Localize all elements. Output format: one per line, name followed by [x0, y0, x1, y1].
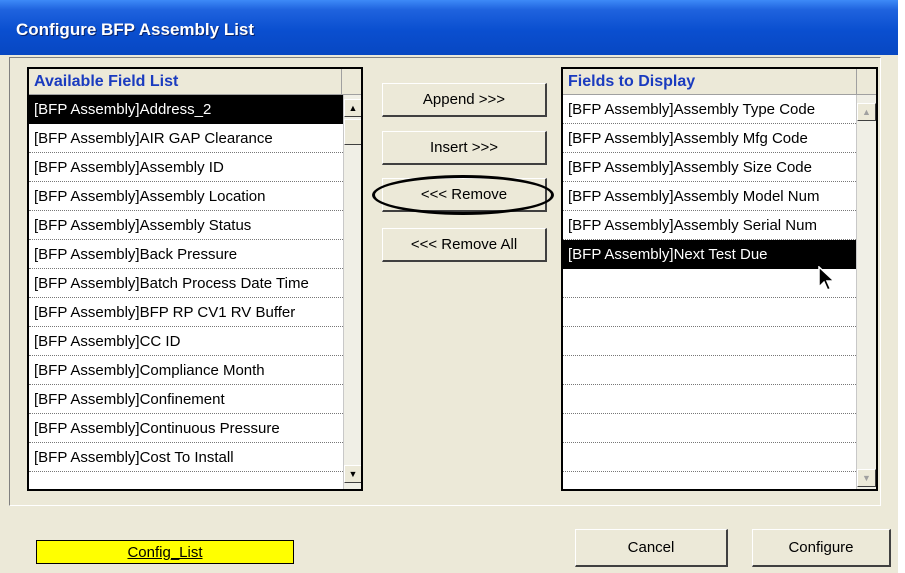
window-title: Configure BFP Assembly List [16, 20, 255, 39]
list-item[interactable]: [BFP Assembly]Confinement [29, 385, 343, 414]
list-item[interactable] [563, 443, 874, 472]
list-item[interactable]: [BFP Assembly]Assembly Status [29, 211, 343, 240]
list-item[interactable]: [BFP Assembly]BFP RP CV1 RV Buffer [29, 298, 343, 327]
dialog-window: Configure BFP Assembly List Available Fi… [0, 0, 898, 573]
scroll-up-icon[interactable]: ▲ [344, 99, 361, 117]
list-item[interactable]: [BFP Assembly]Continuous Pressure [29, 414, 343, 443]
mouse-cursor-icon [818, 266, 836, 291]
scroll-thumb[interactable] [344, 119, 361, 145]
available-field-list[interactable]: Available Field List [BFP Assembly]Addre… [27, 67, 363, 491]
available-field-rows: [BFP Assembly]Address_2 [BFP Assembly]AI… [29, 95, 343, 472]
list-item[interactable]: [BFP Assembly]Assembly Type Code [563, 95, 874, 124]
append-button[interactable]: Append >>> [382, 83, 547, 117]
configure-button[interactable]: Configure [752, 529, 891, 567]
available-field-list-header[interactable]: Available Field List [29, 69, 341, 95]
fields-to-display-header[interactable]: Fields to Display [563, 69, 856, 95]
list-item[interactable]: [BFP Assembly]Back Pressure [29, 240, 343, 269]
cancel-button[interactable]: Cancel [575, 529, 728, 567]
list-item[interactable]: [BFP Assembly]Cost To Install [29, 443, 343, 472]
remove-button[interactable]: <<< Remove [382, 178, 547, 212]
list-item[interactable] [563, 385, 874, 414]
list-item[interactable]: [BFP Assembly]Assembly Mfg Code [563, 124, 874, 153]
list-item[interactable]: [BFP Assembly]Assembly Location [29, 182, 343, 211]
display-scrollbar[interactable]: ▲ ▼ [856, 95, 876, 489]
scroll-down-icon[interactable]: ▼ [344, 465, 361, 483]
scroll-down-icon[interactable]: ▼ [857, 469, 876, 487]
list-item[interactable]: [BFP Assembly]Batch Process Date Time [29, 269, 343, 298]
list-item[interactable]: [BFP Assembly]Address_2 [29, 95, 343, 124]
list-item[interactable]: [BFP Assembly]Next Test Due [563, 240, 874, 269]
title-bar[interactable]: Configure BFP Assembly List [0, 0, 898, 55]
list-item[interactable] [563, 327, 874, 356]
list-item[interactable]: [BFP Assembly]Assembly Size Code [563, 153, 874, 182]
available-header-filler [341, 69, 361, 95]
config-list-text: Config_List [127, 544, 203, 561]
scroll-up-icon[interactable]: ▲ [857, 103, 876, 121]
list-item[interactable] [563, 298, 874, 327]
list-item[interactable]: [BFP Assembly]Compliance Month [29, 356, 343, 385]
list-item[interactable]: [BFP Assembly]Assembly Serial Num [563, 211, 874, 240]
list-item[interactable]: [BFP Assembly]Assembly Model Num [563, 182, 874, 211]
list-item[interactable]: [BFP Assembly]Assembly ID [29, 153, 343, 182]
display-header-filler [856, 69, 876, 95]
insert-button[interactable]: Insert >>> [382, 131, 547, 165]
list-item[interactable]: [BFP Assembly]AIR GAP Clearance [29, 124, 343, 153]
list-item[interactable] [563, 414, 874, 443]
available-scrollbar[interactable]: ▲ ▼ [343, 95, 361, 489]
remove-all-button[interactable]: <<< Remove All [382, 228, 547, 262]
config-list-label: Config_List [36, 540, 294, 564]
list-item[interactable] [563, 356, 874, 385]
list-item[interactable]: [BFP Assembly]CC ID [29, 327, 343, 356]
